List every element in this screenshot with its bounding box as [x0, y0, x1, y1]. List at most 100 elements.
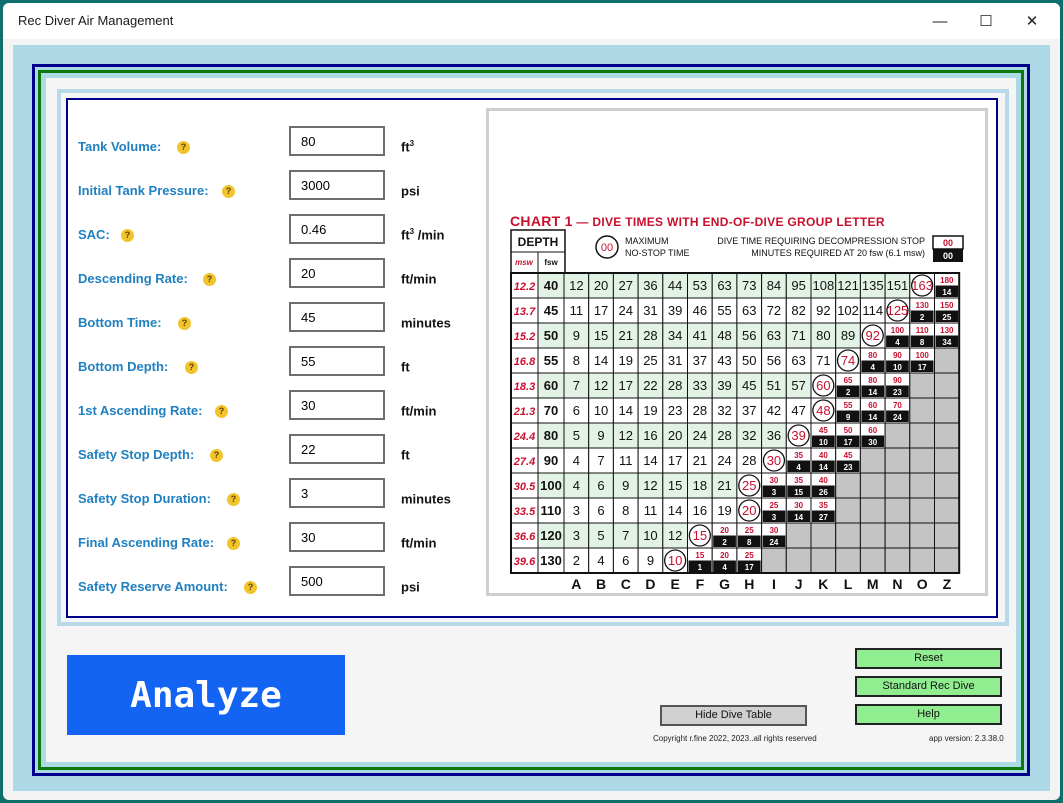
analyze-button[interactable]: Analyze [67, 655, 345, 735]
dive-time: 151 [887, 278, 909, 293]
dive-time: 44 [668, 278, 682, 293]
help-icon[interactable]: ? [215, 405, 228, 418]
deco-dive-time: 45 [844, 451, 853, 460]
field-input[interactable] [289, 522, 385, 552]
deco-minutes: 23 [844, 463, 853, 472]
depth-fsw: 50 [544, 328, 558, 343]
dive-time: 7 [597, 453, 604, 468]
help-icon[interactable]: ? [203, 273, 216, 286]
deco-minutes: 25 [942, 313, 951, 322]
field-input[interactable] [289, 302, 385, 332]
dive-time: 14 [668, 503, 682, 518]
standard-rec-dive-button[interactable]: Standard Rec Dive [855, 676, 1002, 697]
dive-time: 28 [693, 403, 707, 418]
field-input[interactable] [289, 390, 385, 420]
dive-time: 18 [693, 478, 707, 493]
deco-minutes: 30 [868, 438, 877, 447]
maximize-button[interactable]: ☐ [963, 3, 1009, 39]
unit-text: minutes [401, 491, 451, 507]
legend-max-text: MAXIMUM [625, 236, 669, 246]
hide-dive-table-button[interactable]: Hide Dive Table [660, 705, 807, 726]
help-icon[interactable]: ? [244, 581, 257, 594]
help-icon[interactable]: ? [227, 493, 240, 506]
depth-fsw: 120 [540, 528, 562, 543]
app-version: app version: 2.3.38.0 [929, 734, 1004, 743]
field-input[interactable] [289, 478, 385, 508]
unit-text: ft [401, 139, 410, 155]
dive-time: 19 [619, 353, 633, 368]
help-icon[interactable]: ? [227, 537, 240, 550]
table-cell [835, 522, 861, 549]
dive-time: 28 [717, 428, 731, 443]
depth-fsw: 40 [544, 278, 558, 293]
table-cell [934, 522, 960, 549]
help-icon[interactable]: ? [185, 361, 198, 374]
deco-minutes: 24 [769, 538, 778, 547]
dive-time: 6 [573, 403, 580, 418]
dive-time: 16 [643, 428, 657, 443]
table-cell [909, 522, 935, 549]
dive-time: 7 [622, 528, 629, 543]
dive-time: 45 [742, 378, 756, 393]
field-input[interactable] [289, 170, 385, 200]
field-input[interactable] [289, 434, 385, 464]
deco-minutes: 17 [844, 438, 853, 447]
dive-time: 41 [693, 328, 707, 343]
depth-fsw: 70 [544, 403, 558, 418]
group-letter: I [772, 576, 776, 592]
field-input[interactable] [289, 566, 385, 596]
depth-msw: 16.8 [514, 356, 536, 368]
group-letter: L [844, 576, 853, 592]
close-button[interactable]: ✕ [1009, 3, 1055, 39]
unit-superscript: 3 [409, 139, 415, 148]
field-input[interactable] [289, 214, 385, 244]
deco-dive-time: 45 [819, 426, 828, 435]
unit-text: ft/min [401, 403, 437, 419]
minimize-button[interactable]: — [917, 3, 963, 39]
field-unit: psi [401, 183, 420, 198]
deco-minutes: 10 [893, 363, 902, 372]
field-label: 1st Ascending Rate: [78, 403, 203, 418]
group-letter: H [744, 576, 754, 592]
dive-time: 19 [717, 503, 731, 518]
field-input[interactable] [289, 258, 385, 288]
dive-time: 21 [693, 453, 707, 468]
table-cell [785, 522, 812, 549]
depth-fsw: 60 [544, 378, 558, 393]
deco-minutes: 4 [895, 338, 900, 347]
help-icon[interactable]: ? [177, 141, 190, 154]
dive-time: 12 [594, 378, 608, 393]
reset-button[interactable]: Reset [855, 648, 1002, 669]
help-icon[interactable]: ? [121, 229, 134, 242]
dive-time: 9 [647, 553, 654, 568]
deco-minutes: 4 [796, 463, 801, 472]
deco-dive-time: 60 [868, 426, 877, 435]
dive-time: 82 [791, 303, 805, 318]
unit-text: ft/min [401, 271, 437, 287]
deco-minutes: 34 [942, 338, 951, 347]
depth-msw: 18.3 [514, 381, 535, 393]
table-cell [884, 522, 911, 549]
dive-time: 47 [791, 403, 805, 418]
table-cell [859, 472, 886, 499]
deco-minutes: 2 [920, 313, 925, 322]
table-cell [835, 497, 861, 524]
field-input[interactable] [289, 346, 385, 376]
dive-time: 11 [644, 503, 658, 518]
field-input[interactable] [289, 126, 385, 156]
dive-time: 15 [594, 328, 608, 343]
help-button[interactable]: Help [855, 704, 1002, 725]
group-letter: J [795, 576, 803, 592]
help-icon[interactable]: ? [178, 317, 191, 330]
deco-dive-time: 180 [940, 276, 954, 285]
dive-time: 36 [767, 428, 781, 443]
table-cell [934, 422, 960, 449]
help-icon[interactable]: ? [222, 185, 235, 198]
table-cell [934, 347, 960, 374]
table-cell [884, 472, 911, 499]
deco-dive-time: 80 [868, 376, 877, 385]
field-unit: ft/min [401, 535, 436, 550]
help-icon[interactable]: ? [210, 449, 223, 462]
table-cell [884, 547, 911, 574]
dive-time: 11 [570, 303, 584, 318]
